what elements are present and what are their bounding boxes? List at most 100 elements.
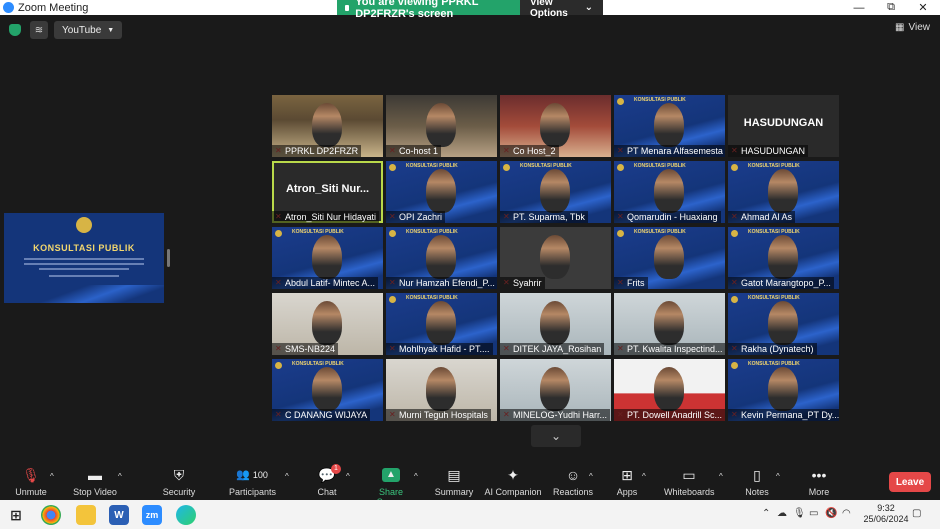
participant-tile[interactable]: KONSULTASI PUBLIK✕Mohlhyak Hafid - PT...… xyxy=(386,293,497,355)
participants-button[interactable]: 👥 100 Participants xyxy=(229,466,277,497)
emblem-icon xyxy=(275,230,282,237)
reactions-button[interactable]: ☺ Reactions xyxy=(553,466,593,497)
windows-start-icon[interactable]: ⊞ xyxy=(6,505,26,525)
stop-video-button[interactable]: ▬ Stop Video xyxy=(72,466,118,497)
video-options-caret[interactable]: ^ xyxy=(118,472,122,481)
share-screen-icon: ▲ xyxy=(382,468,400,482)
minimize-button[interactable]: — xyxy=(844,0,874,15)
chrome-icon[interactable] xyxy=(41,505,61,525)
security-button[interactable]: ⛨ Security xyxy=(161,466,197,497)
participant-tile[interactable]: ✕MINELOG-Yudhi Harr... xyxy=(500,359,611,421)
notes-icon: ▯ xyxy=(753,467,761,483)
participant-tile[interactable]: ✕PT. Kwalita Inspectind... xyxy=(614,293,725,355)
participants-icon: 👥 100 xyxy=(236,469,268,481)
background-heading: KONSULTASI PUBLIK xyxy=(634,97,686,103)
share-options-caret[interactable]: ^ xyxy=(414,472,418,481)
top-toolbar: ≋ YouTube ▼ xyxy=(0,16,940,44)
whiteboards-button[interactable]: ▭ Whiteboards xyxy=(664,466,715,497)
battery-icon[interactable]: ▭ xyxy=(809,508,818,519)
shared-screen-thumbnail[interactable]: KONSULTASI PUBLIK xyxy=(4,213,164,303)
background-heading: KONSULTASI PUBLIK xyxy=(634,229,686,235)
participant-name: PT. Dowell Anadrill Sc... xyxy=(614,409,725,421)
participants-options-caret[interactable]: ^ xyxy=(285,472,289,481)
participant-tile[interactable]: ✕Syahrir xyxy=(500,227,611,289)
participant-tile[interactable]: ✕PT. Dowell Anadrill Sc... xyxy=(614,359,725,421)
participant-tile[interactable]: KONSULTASI PUBLIK✕PT. Suparma, Tbk xyxy=(500,161,611,223)
participant-tile[interactable]: KONSULTASI PUBLIK✕Gatot Marangtopo_P... xyxy=(728,227,839,289)
participant-video xyxy=(654,367,684,411)
maximize-button[interactable]: ⧉ xyxy=(876,0,906,15)
shield-icon: ⛨ xyxy=(173,467,185,483)
background-heading: KONSULTASI PUBLIK xyxy=(748,295,800,301)
more-button[interactable]: ••• More xyxy=(805,466,833,497)
chat-options-caret[interactable]: ^ xyxy=(346,472,350,481)
unmute-button[interactable]: 🎙 Unmute xyxy=(14,466,48,497)
participant-tile[interactable]: KONSULTASI PUBLIK✕OPI Zachri xyxy=(386,161,497,223)
zoom-app-icon[interactable]: zm xyxy=(142,505,162,525)
participant-name: Gatot Marangtopo_P... xyxy=(728,277,834,289)
participant-tile[interactable]: KONSULTASI PUBLIK✕Qomarudin - Huaxiang xyxy=(614,161,725,223)
wifi-icon[interactable]: ◠ xyxy=(842,508,851,519)
live-stream-icon[interactable]: ≋ xyxy=(30,21,48,39)
participant-video xyxy=(426,301,456,345)
ai-companion-label: AI Companion xyxy=(484,487,542,497)
participant-tile[interactable]: ✕PPRKL DP2FRZR xyxy=(272,95,383,157)
emblem-icon xyxy=(389,230,396,237)
participant-tile[interactable]: ✕Co Host_2 xyxy=(500,95,611,157)
participant-tile[interactable]: KONSULTASI PUBLIK✕Abdul Latif- Mintec A.… xyxy=(272,227,383,289)
participant-tile[interactable]: ✕Co-host 1 xyxy=(386,95,497,157)
taskbar-clock[interactable]: 9:32 25/06/2024 xyxy=(858,503,914,525)
chat-button[interactable]: 💬 1 Chat xyxy=(312,464,342,497)
apps-button[interactable]: ⊞ Apps xyxy=(614,466,640,497)
youtube-button[interactable]: YouTube ▼ xyxy=(54,21,123,39)
scroll-down-button[interactable]: ⌄ xyxy=(531,425,581,447)
apps-options-caret[interactable]: ^ xyxy=(642,472,646,481)
participants-label: Participants xyxy=(229,487,277,497)
speaker-muted-icon[interactable]: 🔇 xyxy=(825,508,837,519)
view-button[interactable]: ▦ View xyxy=(895,22,930,33)
notes-button[interactable]: ▯ Notes xyxy=(744,466,770,497)
ellipsis-icon: ••• xyxy=(811,467,827,483)
view-options-button[interactable]: View Options ⌄ xyxy=(520,0,603,19)
splitter-handle[interactable] xyxy=(167,249,170,267)
participant-tile[interactable]: HASUDUNGAN✕HASUDUNGAN xyxy=(728,95,839,157)
participant-video xyxy=(426,103,456,147)
participant-tile[interactable]: KONSULTASI PUBLIK✕Ahmad Al As xyxy=(728,161,839,223)
microphone-icon[interactable]: 🎙 xyxy=(793,508,806,519)
background-heading: KONSULTASI PUBLIK xyxy=(406,229,458,235)
participant-tile[interactable]: ✕DITEK JAYA_Rosihan xyxy=(500,293,611,355)
participant-tile[interactable]: ✕SMS-NB224 xyxy=(272,293,383,355)
summary-label: Summary xyxy=(434,487,474,497)
word-icon[interactable]: W xyxy=(109,505,129,525)
participant-tile[interactable]: KONSULTASI PUBLIK✕Rakha (Dynatech) xyxy=(728,293,839,355)
participant-video xyxy=(654,103,684,147)
participant-name: Co Host_2 xyxy=(500,145,559,157)
participant-tile[interactable]: KONSULTASI PUBLIK✕Kevin Permana_PT Dy... xyxy=(728,359,839,421)
participant-tile[interactable]: KONSULTASI PUBLIK✕Nur Hamzah Efendi_P... xyxy=(386,227,497,289)
security-label: Security xyxy=(162,487,196,497)
audio-options-caret[interactable]: ^ xyxy=(50,472,54,481)
caret-down-icon: ▼ xyxy=(107,26,115,34)
ai-companion-button[interactable]: ✦ AI Companion xyxy=(484,466,542,497)
edge-icon[interactable] xyxy=(176,505,196,525)
close-button[interactable]: ✕ xyxy=(908,0,938,15)
participant-name: Ahmad Al As xyxy=(728,211,796,223)
whiteboards-options-caret[interactable]: ^ xyxy=(719,472,723,481)
participant-tile[interactable]: KONSULTASI PUBLIK✕C DANANG WIJAYA xyxy=(272,359,383,421)
file-explorer-icon[interactable] xyxy=(76,505,96,525)
cloud-icon[interactable]: ☁ xyxy=(777,508,787,519)
reactions-options-caret[interactable]: ^ xyxy=(589,472,593,481)
screen-share-icon xyxy=(345,4,350,11)
participant-tile[interactable]: KONSULTASI PUBLIK✕PT Menara Alfasemesta xyxy=(614,95,725,157)
summary-button[interactable]: ▤ Summary xyxy=(434,466,474,497)
leave-button[interactable]: Leave xyxy=(889,472,931,492)
participant-tile[interactable]: ✕Murni Teguh Hospitals xyxy=(386,359,497,421)
participant-tile[interactable]: Atron_Siti Nur...✕Atron_Siti Nur Hidayat… xyxy=(272,161,383,223)
encryption-shield-icon[interactable] xyxy=(9,24,21,36)
participant-name: Abdul Latif- Mintec A... xyxy=(272,277,379,289)
participant-tile[interactable]: KONSULTASI PUBLIK✕Frits xyxy=(614,227,725,289)
tray-chevron-icon[interactable]: ⌃ xyxy=(762,508,770,519)
participant-video xyxy=(426,169,456,213)
notes-options-caret[interactable]: ^ xyxy=(776,472,780,481)
background-heading: KONSULTASI PUBLIK xyxy=(406,163,458,169)
